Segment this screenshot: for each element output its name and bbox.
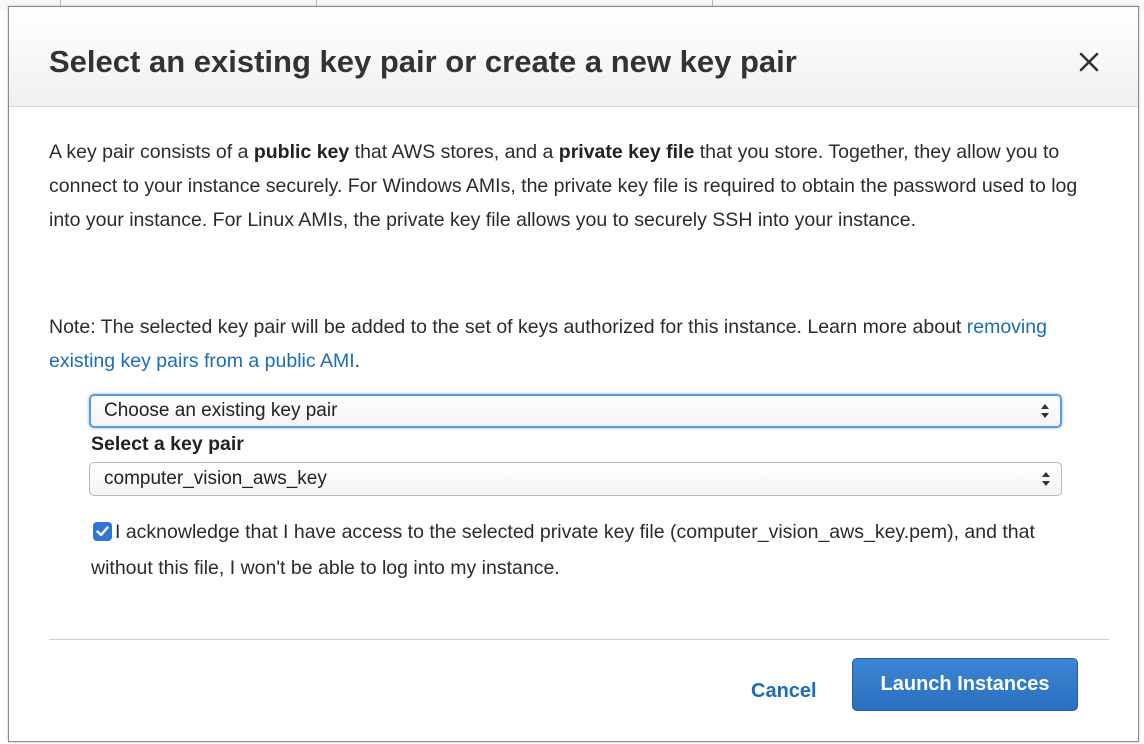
key-pair-select[interactable]: computer_vision_aws_key [89, 462, 1062, 496]
select-key-pair-label: Select a key pair [91, 433, 244, 455]
dialog-header: Select an existing key pair or create a … [9, 7, 1138, 107]
close-button[interactable] [1076, 49, 1102, 75]
close-icon [1079, 52, 1099, 72]
description-text: A key pair consists of a [49, 141, 254, 163]
footer-divider [49, 639, 1109, 640]
description-text: that AWS stores, and a [349, 141, 559, 163]
description-bold-public-key: public key [253, 141, 350, 163]
dialog-title: Select an existing key pair or create a … [49, 44, 797, 79]
select-arrows-icon [1041, 463, 1051, 495]
acknowledge-text: I acknowledge that I have access to the … [91, 521, 1035, 579]
launch-instances-button[interactable]: Launch Instances [852, 658, 1078, 711]
key-pair-dialog: Select an existing key pair or create a … [8, 6, 1139, 742]
checkmark-icon [96, 526, 109, 537]
select-arrows-icon [1040, 396, 1050, 426]
note-period: . [354, 350, 361, 372]
key-pair-note: Note: The selected key pair will be adde… [49, 310, 1109, 378]
key-pair-value: computer_vision_aws_key [104, 468, 327, 489]
key-pair-mode-value: Choose an existing key pair [104, 400, 338, 421]
acknowledge-checkbox[interactable] [93, 522, 112, 541]
key-pair-mode-select[interactable]: Choose an existing key pair [89, 394, 1062, 428]
description-bold-private-key: private key file [558, 141, 695, 163]
acknowledge-row: I acknowledge that I have access to the … [91, 514, 1051, 586]
note-text: Note: The selected key pair will be adde… [49, 316, 967, 338]
cancel-button[interactable]: Cancel [751, 671, 817, 711]
key-pair-description: A key pair consists of a public key that… [49, 135, 1109, 237]
